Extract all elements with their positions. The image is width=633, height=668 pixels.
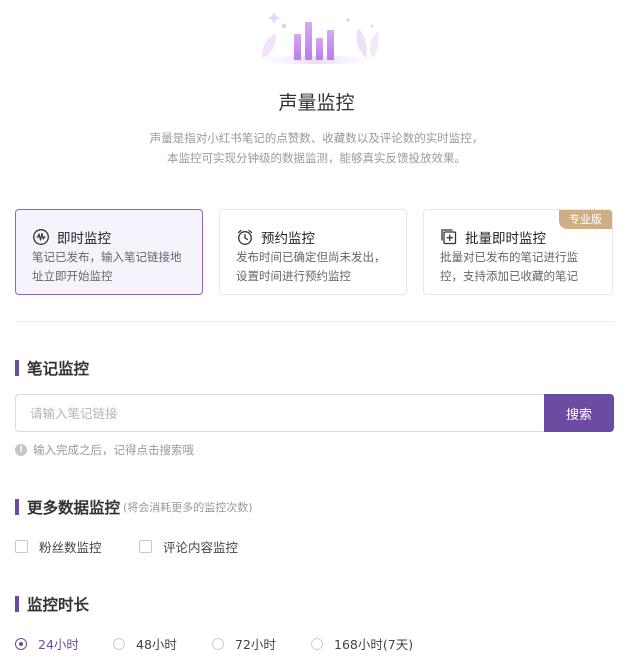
radio-dot[interactable]: [212, 637, 224, 650]
card-description-line: 批量对已发布的笔记进行监: [440, 250, 578, 264]
radio-label: 72小时: [235, 637, 276, 652]
card-description-line: 笔记已发布，输入笔记链接地: [32, 250, 182, 264]
checkbox-label: 粉丝数监控: [39, 540, 102, 555]
checkbox-box[interactable]: [15, 540, 28, 553]
page-description: 声量是指对小红书笔记的点赞数、收藏数以及评论数的实时监控， 本监控可实现分钟级的…: [0, 128, 633, 168]
monitor-type-instant-card[interactable]: 即时监控 笔记已发布，输入笔记链接地 址立即开始监控: [15, 209, 203, 295]
hint-text: 输入完成之后，记得点击搜索哦: [33, 443, 194, 457]
more-data-section-title: 更多数据监控 (将会消耗更多的监控次数): [15, 496, 253, 518]
description-line: 声量是指对小红书笔记的点赞数、收藏数以及评论数的实时监控，: [149, 131, 484, 145]
card-title: 批量即时监控: [465, 231, 546, 247]
waveform-icon: [32, 228, 50, 246]
card-description-line: 控，支持添加已收藏的笔记: [440, 269, 578, 283]
radio-dot[interactable]: [113, 637, 125, 650]
section-note: (将会消耗更多的监控次数): [123, 501, 253, 514]
fans-monitor-checkbox[interactable]: 粉丝数监控: [15, 537, 102, 556]
page-title: 声量监控: [278, 92, 355, 114]
search-button[interactable]: 搜索: [544, 394, 614, 432]
duration-radio-72h[interactable]: 72小时: [212, 634, 276, 653]
card-title: 预约监控: [261, 231, 315, 247]
section-marker: [15, 596, 19, 612]
duration-radio-48h[interactable]: 48小时: [113, 634, 177, 653]
section-title-text: 笔记监控: [27, 360, 90, 378]
card-description: 笔记已发布，输入笔记链接地 址立即开始监控: [32, 248, 196, 286]
alarm-clock-icon: [236, 228, 254, 246]
section-title-text: 更多数据监控: [27, 499, 121, 517]
pro-badge: 专业版: [559, 210, 612, 229]
radio-label: 24小时: [38, 637, 79, 652]
note-link-input[interactable]: [15, 394, 545, 432]
radio-dot[interactable]: [311, 637, 323, 650]
duration-section-title: 监控时长: [15, 593, 89, 615]
comment-monitor-checkbox[interactable]: 评论内容监控: [139, 537, 238, 556]
card-title: 即时监控: [57, 231, 111, 247]
description-line: 本监控可实现分钟级的数据监测，能够真实反馈投放效果。: [167, 151, 466, 165]
radio-dot[interactable]: [15, 637, 27, 650]
checkbox-box[interactable]: [139, 540, 152, 553]
radio-label: 48小时: [136, 637, 177, 652]
card-description: 批量对已发布的笔记进行监 控，支持添加已收藏的笔记: [440, 248, 604, 286]
checkbox-label: 评论内容监控: [163, 540, 239, 555]
monitor-type-batch-card[interactable]: 专业版 批量即时监控 批量对已发布的笔记进行监 控，支持添加已收藏的笔记: [423, 209, 613, 295]
info-icon: !: [15, 444, 27, 456]
section-title-text: 监控时长: [27, 596, 90, 614]
section-marker: [15, 360, 19, 376]
card-description: 发布时间已确定但尚未发出， 设置时间进行预约监控: [236, 248, 400, 286]
card-description-line: 发布时间已确定但尚未发出，: [236, 250, 386, 264]
card-description-line: 设置时间进行预约监控: [236, 269, 351, 283]
radio-label: 168小时(7天): [334, 637, 414, 652]
bar-chart-illustration: [254, 12, 379, 64]
divider: [15, 321, 614, 322]
batch-add-icon: [440, 228, 458, 246]
card-description-line: 址立即开始监控: [32, 269, 113, 283]
note-monitor-section-title: 笔记监控: [15, 357, 89, 379]
monitor-type-scheduled-card[interactable]: 预约监控 发布时间已确定但尚未发出， 设置时间进行预约监控: [219, 209, 407, 295]
duration-radio-168h[interactable]: 168小时(7天): [311, 634, 413, 653]
search-hint: ! 输入完成之后，记得点击搜索哦: [15, 442, 194, 458]
duration-radio-24h[interactable]: 24小时: [15, 634, 79, 653]
section-marker: [15, 499, 19, 515]
